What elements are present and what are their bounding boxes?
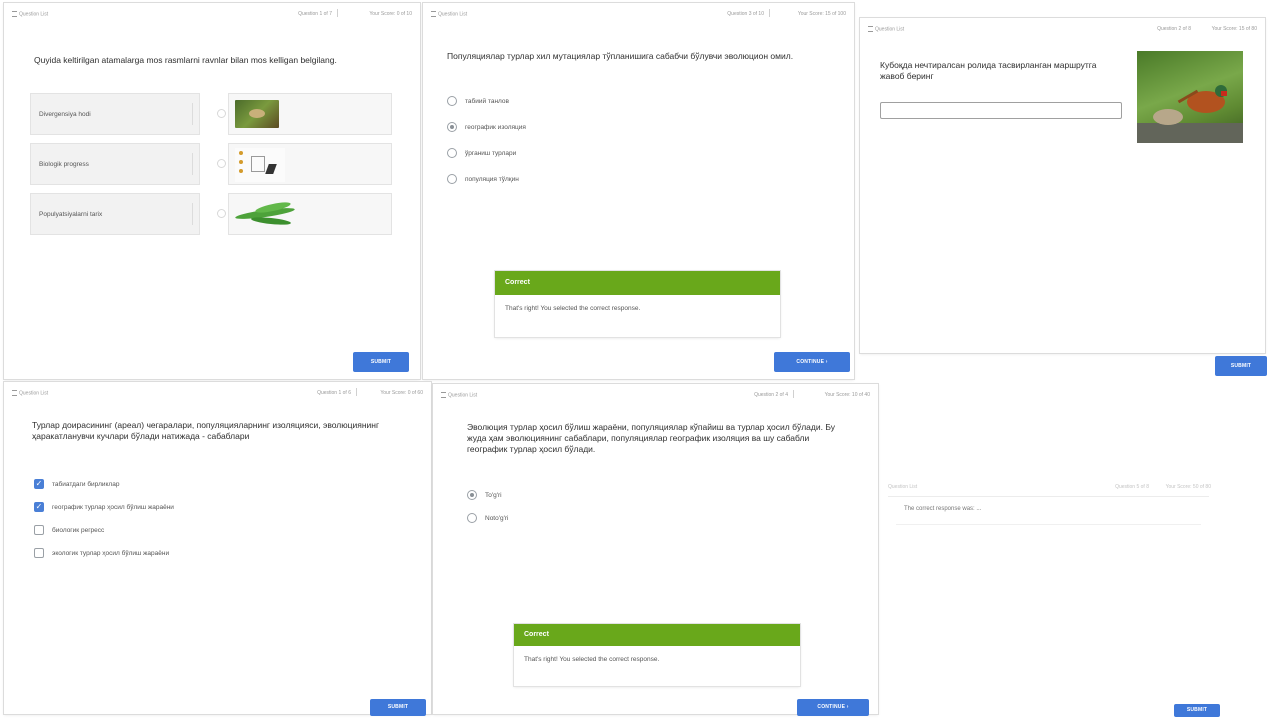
question-text: Quyida keltirilgan atamalarga mos rasmla…	[34, 55, 337, 65]
radio-button[interactable]	[447, 174, 457, 184]
continue-button[interactable]: CONTINUE ›	[774, 352, 850, 372]
drop-marker	[217, 159, 226, 168]
feedback-title: Correct	[495, 271, 780, 295]
score: Your Score: 0 of 10	[369, 11, 412, 17]
list-icon	[12, 11, 17, 17]
question-count: Question 1 of 6	[317, 390, 351, 396]
submit-button[interactable]: SUBMIT	[370, 699, 426, 716]
panel-header: Question List Question 5 of 8 Your Score…	[884, 476, 1229, 496]
score: Your Score: 10 of 40	[824, 392, 870, 398]
submit-button[interactable]: SUBMIT	[1174, 704, 1220, 717]
chevron-right-icon: ›	[846, 704, 849, 710]
stages-icon	[235, 148, 285, 182]
answer-option[interactable]: ўрганиш турлари	[447, 148, 516, 158]
question-list-link[interactable]: Question List	[12, 11, 48, 17]
quiz-panel-single-choice: Question List Question 3 of 10 Your Scor…	[423, 3, 854, 379]
panel-header: Question List Question 2 of 8 Your Score…	[860, 18, 1265, 38]
panel-header: Question List Question 1 of 7 Your Score…	[4, 3, 420, 23]
divider	[356, 388, 357, 396]
divider	[793, 390, 794, 398]
radio-button[interactable]	[447, 148, 457, 158]
list-icon	[441, 392, 446, 398]
feedback-text: That's right! You selected the correct r…	[505, 305, 641, 312]
answer-option[interactable]: табиий танлов	[447, 96, 509, 106]
chevron-right-icon: ›	[825, 359, 828, 365]
question-count: Question 2 of 4	[754, 392, 788, 398]
divider	[337, 9, 338, 17]
question-text: Кубоқда нечтиралсан ролида тасвирланган …	[880, 60, 1097, 81]
question-list-link[interactable]: Question List	[431, 11, 467, 17]
score: Your Score: 0 of 60	[380, 390, 423, 396]
divider	[769, 9, 770, 17]
question-text: Турлар доирасининг (ареал) чегаралари, п…	[32, 420, 380, 441]
feedback-title: Correct	[514, 624, 800, 646]
drag-handle[interactable]	[192, 203, 193, 225]
question-count: Question 3 of 10	[727, 11, 764, 17]
list-icon	[12, 390, 17, 396]
question-list-link[interactable]: Question List	[868, 26, 904, 32]
continue-button[interactable]: CONTINUE ›	[797, 699, 869, 716]
answer-input[interactable]	[880, 102, 1122, 119]
drag-handle[interactable]	[192, 153, 193, 175]
answer-option[interactable]: ✓ географик турлар ҳосил бўлиш жараёни	[34, 502, 174, 512]
answer-option[interactable]: экологик турлар ҳосил бўлиш жараёни	[34, 548, 169, 558]
drop-marker	[217, 109, 226, 118]
quiz-panel-fill-in: Question List Question 2 of 8 Your Score…	[860, 18, 1265, 353]
list-icon	[868, 26, 873, 32]
submit-button[interactable]: SUBMIT	[353, 352, 409, 372]
quiz-panel-matching: Question List Question 1 of 7 Your Score…	[4, 3, 420, 379]
question-list-link[interactable]: Question List	[441, 392, 477, 398]
question-count: Question 1 of 7	[298, 11, 332, 17]
answer-option[interactable]: Noto'g'ri	[467, 513, 508, 523]
quiz-panel-result: Question List Question 5 of 8 Your Score…	[884, 476, 1229, 538]
radio-button-selected[interactable]	[467, 490, 477, 500]
question-count: Question 5 of 8	[1115, 484, 1149, 490]
leaves-photo	[234, 200, 299, 228]
answer-option[interactable]: географик изоляция	[447, 122, 526, 132]
radio-button-selected[interactable]	[447, 122, 457, 132]
score: Your Score: 15 of 80	[1211, 26, 1257, 32]
drop-target[interactable]	[217, 143, 392, 185]
panel-header: Question List Question 2 of 4 Your Score…	[433, 384, 878, 404]
bird-photo	[235, 100, 279, 128]
answer-option[interactable]: биологик регресс	[34, 525, 104, 535]
answer-option[interactable]: популяция тўлқин	[447, 174, 519, 184]
pheasant-photo	[1137, 51, 1243, 143]
quiz-panel-true-false: Question List Question 2 of 4 Your Score…	[433, 384, 878, 714]
drop-target[interactable]	[217, 93, 392, 135]
feedback-popup: Correct That's right! You selected the c…	[514, 624, 800, 686]
panel-header: Question List Question 3 of 10 Your Scor…	[423, 3, 854, 23]
answer-option[interactable]: ✓ табиатдаги бирликлар	[34, 479, 119, 489]
checkbox-checked[interactable]: ✓	[34, 479, 44, 489]
drag-handle[interactable]	[192, 103, 193, 125]
question-count: Question 2 of 8	[1157, 26, 1191, 32]
drag-item[interactable]: Divergensiya hodi	[30, 93, 200, 135]
answer-option[interactable]: To'g'ri	[467, 490, 502, 500]
checkbox[interactable]	[34, 525, 44, 535]
score: Your Score: 15 of 100	[797, 11, 846, 17]
submit-button[interactable]: SUBMIT	[1215, 356, 1267, 376]
drop-target[interactable]	[217, 193, 392, 235]
checkbox[interactable]	[34, 548, 44, 558]
checkbox-checked[interactable]: ✓	[34, 502, 44, 512]
panel-header: Question List Question 1 of 6 Your Score…	[4, 382, 431, 402]
drop-marker	[217, 209, 226, 218]
quiz-panel-multiple-choice: Question List Question 1 of 6 Your Score…	[4, 382, 431, 714]
radio-button[interactable]	[467, 513, 477, 523]
question-text: Эволюция турлар ҳосил бўлиш жараёни, поп…	[467, 422, 835, 454]
result-text: The correct response was: ...	[904, 506, 982, 512]
question-list-link[interactable]: Question List	[12, 390, 48, 396]
feedback-text: That's right! You selected the correct r…	[524, 656, 660, 663]
list-icon	[431, 11, 436, 17]
divider	[888, 496, 1209, 497]
feedback-popup: Correct That's right! You selected the c…	[495, 271, 780, 337]
score: Your Score: 50 of 80	[1165, 484, 1211, 490]
question-list-link[interactable]: Question List	[888, 484, 917, 490]
divider	[896, 524, 1201, 525]
radio-button[interactable]	[447, 96, 457, 106]
drag-item[interactable]: Populyatsiyalarni tarix	[30, 193, 200, 235]
question-text: Популяциялар турлар хил мутациялар тўпла…	[447, 51, 794, 61]
drag-item[interactable]: Biologik progress	[30, 143, 200, 185]
